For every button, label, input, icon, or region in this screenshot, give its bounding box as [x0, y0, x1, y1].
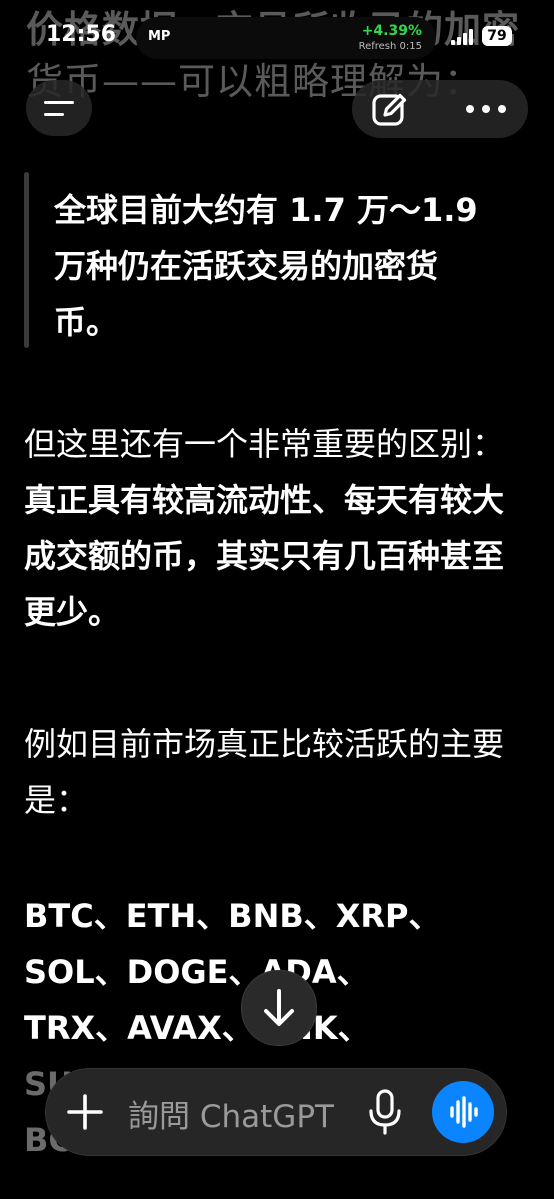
price-change: +4.39% [361, 23, 422, 39]
voice-wave-icon [450, 1096, 478, 1128]
mic-icon[interactable] [368, 1089, 402, 1135]
message-input[interactable]: 詢問 ChatGPT [128, 1091, 334, 1136]
paragraph-lead: 但这里还有一个非常重要的区别： [24, 425, 505, 463]
status-bar: 12:56 MP +4.39% Refresh 0:15 79 [0, 0, 554, 74]
live-activity-app: MP [148, 29, 171, 44]
blockquote-bar [24, 172, 29, 348]
coin-line: BTC、ETH、BNB、XRP、 [24, 897, 441, 935]
signal-icon [451, 29, 473, 45]
scroll-down-button[interactable] [241, 970, 317, 1046]
more-icon[interactable] [462, 97, 510, 121]
edit-icon[interactable] [370, 90, 410, 130]
paragraph-bold: 真正具有较高流动性、每天有较大成交额的币，其实只有几百种甚至更少。 [24, 481, 505, 631]
battery-icon: 79 [482, 26, 512, 46]
refresh-timer: Refresh 0:15 [358, 41, 422, 52]
voice-mode-button[interactable] [432, 1081, 494, 1143]
message-composer: 詢問 ChatGPT [46, 1069, 506, 1155]
paragraph-active: 例如目前市场真正比较活跃的主要是： [24, 725, 505, 819]
header-actions [352, 80, 528, 138]
arrow-down-icon [264, 989, 294, 1026]
plus-icon[interactable] [64, 1091, 106, 1133]
live-activity-pill[interactable]: MP +4.39% Refresh 0:15 [136, 17, 436, 59]
clock: 12:56 [46, 22, 117, 47]
paragraph-distinction: 但这里还有一个非常重要的区别： 真正具有较高流动性、每天有较大成交额的币，其实只有… [24, 416, 524, 640]
blockquote-text: 全球目前大约有 1.7 万～1.9 万种仍在活跃交易的加密货币。 [54, 191, 478, 341]
menu-button[interactable] [26, 80, 92, 136]
